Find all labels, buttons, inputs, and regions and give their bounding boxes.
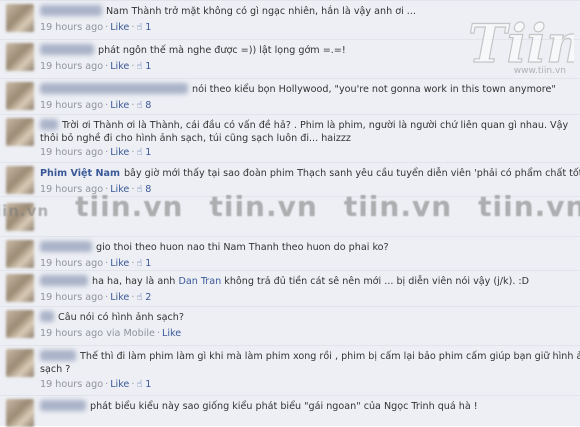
thumbs-up-icon[interactable]: ☝︎ bbox=[136, 292, 142, 303]
comment-spacer bbox=[0, 196, 580, 236]
like-count[interactable]: 1 bbox=[145, 22, 151, 33]
thumbs-up-icon[interactable]: ☝︎ bbox=[136, 258, 142, 269]
avatar[interactable] bbox=[6, 166, 34, 194]
comment-text: phát ngôn thế mà nghe được =)) lật lọng … bbox=[98, 45, 346, 56]
like-count[interactable]: 8 bbox=[145, 184, 151, 195]
comment-item: Thế thì đi làm phim làm gì khi mà làm ph… bbox=[0, 345, 580, 395]
comment-item: phát biểu kiểu này sao giống kiểu phát b… bbox=[0, 395, 580, 427]
avatar[interactable] bbox=[6, 203, 34, 231]
like-link[interactable]: Like bbox=[162, 328, 181, 339]
thumbs-up-icon[interactable]: ☝︎ bbox=[136, 184, 142, 195]
avatar[interactable] bbox=[6, 310, 34, 338]
like-count[interactable]: 1 bbox=[145, 147, 151, 158]
avatar[interactable] bbox=[6, 349, 34, 377]
author-name[interactable] bbox=[40, 311, 54, 322]
like-link[interactable]: Like bbox=[110, 147, 129, 158]
avatar[interactable] bbox=[6, 399, 34, 427]
comment-text: nói theo kiểu bọn Hollywood, "you're not… bbox=[192, 84, 556, 95]
comment-text: phát biểu kiểu này sao giống kiểu phát b… bbox=[90, 401, 478, 412]
comment-meta: 19 hours ago · Like · ☝︎ 1 bbox=[40, 379, 152, 390]
comment-item: ha ha, hay là anh Dan Tran không trả đủ … bbox=[0, 270, 580, 306]
like-link[interactable]: Like bbox=[110, 258, 129, 269]
avatar[interactable] bbox=[6, 4, 34, 32]
comment-item: Trời ơi Thành ơi là Thành, cái đầu có vấ… bbox=[0, 114, 580, 162]
comment-text: Câu nói có hình ảnh sạch? bbox=[58, 312, 184, 323]
like-link[interactable]: Like bbox=[110, 292, 129, 303]
author-name[interactable] bbox=[40, 241, 92, 252]
comment-item: nói theo kiểu bọn Hollywood, "you're not… bbox=[0, 78, 580, 114]
author-name[interactable] bbox=[40, 44, 94, 55]
comment-meta: 19 hours ago · Like · ☝︎ 8 bbox=[40, 100, 152, 111]
comment-item: phát ngôn thế mà nghe được =)) lật lọng … bbox=[0, 39, 580, 78]
comment-text-prefix: ha ha, hay là anh bbox=[92, 276, 176, 287]
comment-item: Nam Thành trở mặt không có gì ngạc nhiên… bbox=[0, 0, 580, 39]
avatar[interactable] bbox=[6, 82, 34, 110]
comment-meta: 19 hours ago · Like · ☝︎ 8 bbox=[40, 184, 152, 195]
comment-text: gio thoi theo huon nao thi Nam Thanh the… bbox=[96, 242, 389, 253]
comment-feed: Nam Thành trở mặt không có gì ngạc nhiên… bbox=[0, 0, 580, 427]
comment-meta: 19 hours ago · Like · ☝︎ 2 bbox=[40, 292, 152, 303]
comment-item: gio thoi theo huon nao thi Nam Thanh the… bbox=[0, 236, 580, 270]
comment-meta: 19 hours ago · Like · ☝︎ 1 bbox=[40, 258, 152, 269]
thumbs-up-icon[interactable]: ☝︎ bbox=[136, 22, 142, 33]
author-name[interactable] bbox=[40, 275, 88, 286]
avatar[interactable] bbox=[6, 118, 34, 146]
comment-text: Thế thì đi làm phim làm gì khi mà làm ph… bbox=[80, 351, 580, 362]
comment-text: bây giờ mới thấy tại sao đoàn phim Thạch… bbox=[123, 168, 580, 179]
thumbs-up-icon[interactable]: ☝︎ bbox=[136, 379, 142, 390]
comment-meta: 19 hours ago · Like · ☝︎ 1 bbox=[40, 147, 152, 158]
comment-text: Trời ơi Thành ơi là Thành, cái đầu có vấ… bbox=[62, 120, 569, 131]
like-count[interactable]: 1 bbox=[145, 258, 151, 269]
comment-text: không trả đủ tiền cát sê nên mới ... bị … bbox=[224, 276, 530, 287]
like-link[interactable]: Like bbox=[110, 61, 129, 72]
author-name[interactable] bbox=[40, 400, 86, 411]
mention-link[interactable]: Dan Tran bbox=[178, 276, 221, 287]
author-name[interactable] bbox=[40, 119, 58, 130]
timestamp[interactable]: 19 hours ago bbox=[40, 61, 103, 72]
like-link[interactable]: Like bbox=[110, 100, 129, 111]
avatar[interactable] bbox=[6, 43, 34, 71]
via-label: via Mobile bbox=[106, 328, 155, 339]
comment-meta: 19 hours ago · Like · ☝︎ 1 bbox=[40, 22, 152, 33]
avatar[interactable] bbox=[6, 274, 34, 302]
author-name[interactable] bbox=[40, 5, 102, 16]
avatar[interactable] bbox=[6, 240, 34, 268]
comment-item: Câu nói có hình ảnh sạch? 19 hours ago v… bbox=[0, 306, 580, 345]
like-link[interactable]: Like bbox=[110, 379, 129, 390]
like-link[interactable]: Like bbox=[110, 184, 129, 195]
timestamp[interactable]: 19 hours ago bbox=[40, 379, 103, 390]
thumbs-up-icon[interactable]: ☝︎ bbox=[136, 100, 142, 111]
comment-meta: 19 hours ago via Mobile · Like bbox=[40, 328, 182, 339]
logo-url: www.tiin.vn bbox=[513, 66, 566, 76]
timestamp[interactable]: 19 hours ago bbox=[40, 100, 103, 111]
like-count[interactable]: 1 bbox=[145, 61, 151, 72]
author-name[interactable] bbox=[40, 83, 188, 94]
comment-text: Nam Thành trở mặt không có gì ngạc nhiên… bbox=[106, 6, 416, 17]
comment-text-continued: thôi bỏ nghề đi cho hình ảnh sạch, túi c… bbox=[40, 133, 351, 144]
author-name[interactable] bbox=[40, 350, 76, 361]
like-count[interactable]: 8 bbox=[145, 100, 151, 111]
thumbs-up-icon[interactable]: ☝︎ bbox=[136, 147, 142, 158]
timestamp[interactable]: 19 hours ago bbox=[40, 292, 103, 303]
author-name[interactable]: Phim Việt Nam bbox=[40, 168, 120, 179]
like-count[interactable]: 1 bbox=[145, 379, 151, 390]
comment-text-continued: sạch ? bbox=[40, 364, 71, 375]
timestamp[interactable]: 19 hours ago bbox=[40, 258, 103, 269]
timestamp[interactable]: 19 hours ago bbox=[40, 147, 103, 158]
like-link[interactable]: Like bbox=[110, 22, 129, 33]
comment-item: Phim Việt Nam bây giờ mới thấy tại sao đo… bbox=[0, 162, 580, 196]
timestamp[interactable]: 19 hours ago bbox=[40, 184, 103, 195]
thumbs-up-icon[interactable]: ☝︎ bbox=[136, 61, 142, 72]
comment-meta: 19 hours ago · Like · ☝︎ 1 bbox=[40, 61, 152, 72]
like-count[interactable]: 2 bbox=[145, 292, 151, 303]
timestamp[interactable]: 19 hours ago bbox=[40, 22, 103, 33]
timestamp[interactable]: 19 hours ago bbox=[40, 328, 103, 339]
